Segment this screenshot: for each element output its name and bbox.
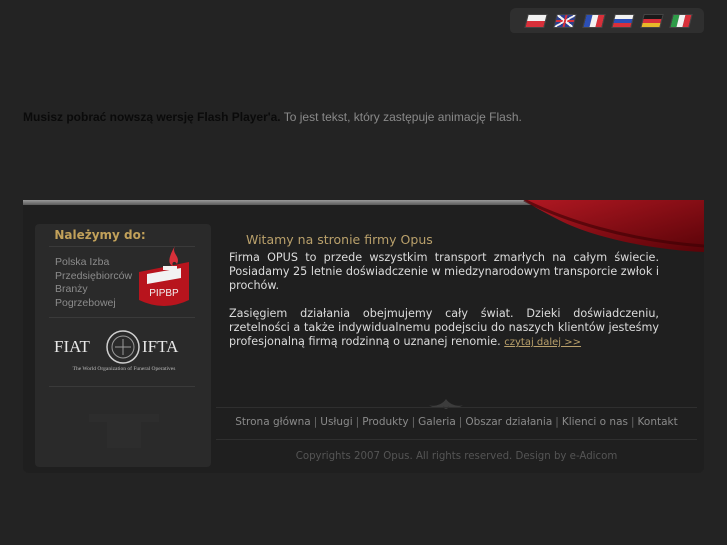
footer-separator: | [631,416,635,428]
copyright: Copyrights 2007 Opus. All rights reserve… [295,451,618,462]
sidebar-divider [49,317,195,318]
language-bar [510,8,704,33]
footer-link-testimonials[interactable]: Klienci o nas [562,416,628,428]
pipbp-logo[interactable]: PIPBP [137,244,191,312]
fiat-ifta-logo[interactable]: FIAT IFTA The World Organization of Fune… [53,328,195,378]
footer-link-home[interactable]: Strona główna [235,416,310,428]
footer-separator: | [555,416,559,428]
flag-germany-icon[interactable] [641,14,663,27]
intro-text: Firma OPUS to przede wszystkim transport… [229,251,659,364]
footer-link-services[interactable]: Usługi [320,416,352,428]
footer-link-gallery[interactable]: Galeria [418,416,456,428]
read-more-link[interactable]: czytaj dalej >> [504,337,581,348]
sidebar: Należymy do: Polska Izba Przedsiębiorców… [35,224,211,467]
flash-notice-bold: Musisz pobrać nowszą wersję Flash Player… [23,110,281,124]
ornament-icon [429,399,463,409]
intro-paragraph-1: Firma OPUS to przede wszystkim transport… [229,251,659,292]
footer-bottom-line [216,439,697,440]
sidebar-divider [49,386,195,387]
fiat-logo-left: FIAT [54,337,91,356]
flag-uk-icon[interactable] [554,14,576,27]
flag-russia-icon[interactable] [612,14,634,27]
fiat-logo-right: IFTA [142,337,179,356]
flash-notice: Musisz pobrać nowszą wersję Flash Player… [23,110,522,124]
welcome-heading: Witamy na stronie firmy Opus [246,232,433,247]
fiat-logo-tagline: The World Organization of Funeral Operat… [73,365,176,372]
footer-separator: | [458,416,463,428]
flash-notice-text: To jest tekst, który zastępuje animację … [280,110,522,124]
footer-separator: | [355,416,360,428]
intro-paragraph-2: Zasięgiem działania obejmujemy cały świa… [229,307,659,350]
footer-link-contact[interactable]: Kontakt [638,416,678,428]
pipbp-logo-text: PIPBP [149,288,179,299]
main-panel: Należymy do: Polska Izba Przedsiębiorców… [23,200,704,473]
footer-link-area[interactable]: Obszar działania [465,416,552,428]
flag-poland-icon[interactable] [525,14,547,27]
footer-nav: Strona główna | Usługi | Produkty | Galeria | Ob… [216,416,697,428]
footer-separator: | [411,416,416,428]
pipbp-name[interactable]: Polska Izba Przedsiębiorców Branży Pogrz… [55,256,132,310]
sidebar-title: Należymy do: [54,228,146,242]
footer-separator: | [313,416,318,428]
cross-watermark-icon [89,414,159,448]
flag-italy-icon[interactable] [670,14,692,27]
intro-paragraph-2-text: Zasięgiem działania obejmujemy cały świa… [229,307,659,348]
flag-france-icon[interactable] [583,14,605,27]
footer-top-line [216,407,697,408]
footer-link-products[interactable]: Produkty [362,416,408,428]
